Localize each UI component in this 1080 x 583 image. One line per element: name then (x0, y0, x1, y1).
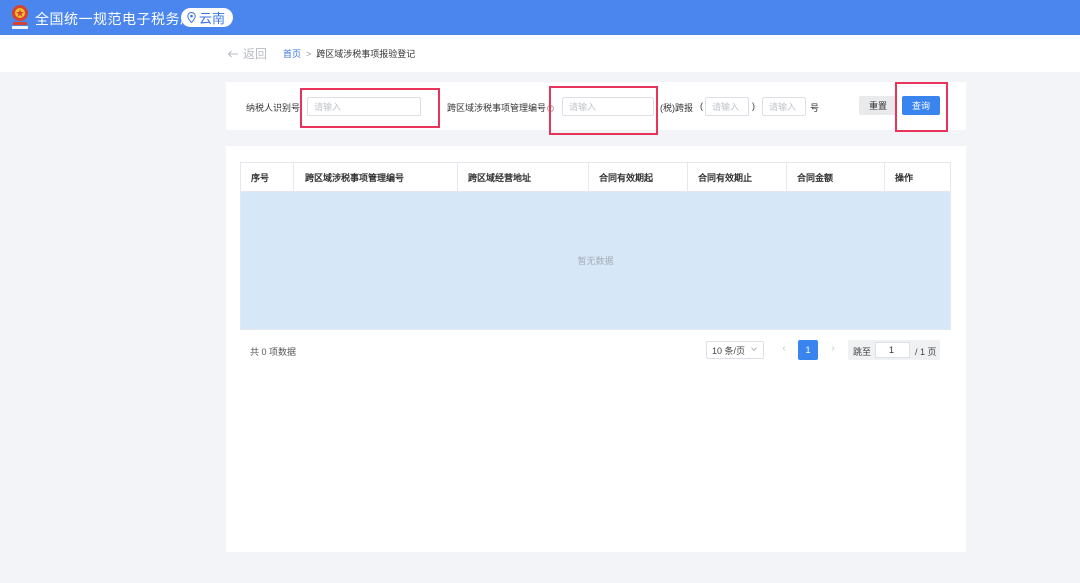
arrow-left-icon (227, 50, 238, 57)
page-size-value: 10 条/页 (712, 345, 746, 356)
region-prefix-label: (税)跨报 (660, 103, 693, 113)
reset-button[interactable]: 重置 (859, 96, 897, 115)
jump-label: 跳至 (853, 347, 872, 357)
breadcrumb-home-link[interactable]: 首页 (283, 47, 301, 60)
breadcrumb-bar: 返回 首页 > 跨区域涉税事项报验登记 (0, 35, 1080, 72)
column-header-amount: 合同金额 (787, 163, 885, 191)
matter-no-label: 跨区域涉税事项管理编号? (447, 101, 555, 114)
jump-page-input[interactable] (875, 342, 910, 358)
back-button[interactable]: 返回 (227, 45, 267, 62)
region-label: 云南 (199, 11, 226, 26)
column-header-index: 序号 (241, 163, 294, 191)
filter-panel: 纳税人识别号 跨区域涉税事项管理编号? (税)跨报 ( ) 号 重置 查询 (226, 82, 966, 135)
next-page-button[interactable]: › (828, 343, 838, 357)
top-header-bar: 全国统一规范电子税务局 云南 (0, 0, 1080, 35)
total-count: 共 0 项数据 (250, 347, 297, 357)
table-empty-state: 暂无数据 (241, 192, 950, 329)
location-pin-icon (187, 12, 196, 23)
taxpayer-id-highlight (300, 88, 440, 128)
page-number-button[interactable]: 1 (798, 340, 818, 360)
column-header-start-date: 合同有效期起 (589, 163, 688, 191)
region-switcher[interactable]: 云南 (181, 8, 234, 27)
column-header-actions: 操作 (895, 172, 914, 183)
taxpayer-id-label: 纳税人识别号 (246, 103, 301, 113)
region-close-paren: ) (752, 101, 755, 111)
results-table: 序号 跨区域涉税事项管理编号 跨区域经营地址 合同有效期起 合同有效期止 合同金… (240, 162, 951, 330)
breadcrumb-separator: > (306, 48, 312, 59)
prev-page-button[interactable]: ‹ (779, 343, 789, 357)
site-title: 全国统一规范电子税务局 (35, 11, 195, 27)
query-highlight (895, 82, 948, 132)
serial-input[interactable] (762, 97, 806, 116)
tax-emblem-icon (12, 5, 28, 29)
results-panel: 序号 跨区域涉税事项管理编号 跨区域经营地址 合同有效期起 合同有效期止 合同金… (226, 146, 966, 552)
column-header-end-date: 合同有效期止 (688, 163, 787, 191)
table-header: 序号 跨区域涉税事项管理编号 跨区域经营地址 合同有效期起 合同有效期止 合同金… (241, 163, 950, 192)
column-header-matter-no: 跨区域涉税事项管理编号 (294, 163, 458, 191)
matter-no-highlight (549, 86, 658, 135)
empty-text: 暂无数据 (577, 256, 614, 266)
breadcrumb: 首页 > 跨区域涉税事项报验登记 (283, 47, 415, 60)
breadcrumb-current: 跨区域涉税事项报验登记 (316, 49, 416, 59)
region-open-paren: ( (700, 101, 703, 111)
serial-suffix-label: 号 (810, 103, 820, 113)
page-total-label: / 1 页 (915, 347, 937, 357)
column-header-address: 跨区域经营地址 (458, 163, 589, 191)
matter-no-label-text: 跨区域涉税事项管理编号 (447, 103, 547, 113)
chevron-down-icon (751, 347, 757, 352)
back-label: 返回 (243, 47, 268, 61)
region-code-input[interactable] (705, 97, 749, 116)
page-jumper: 跳至 / 1 页 (848, 340, 940, 360)
page-size-select[interactable]: 10 条/页 (706, 341, 764, 359)
